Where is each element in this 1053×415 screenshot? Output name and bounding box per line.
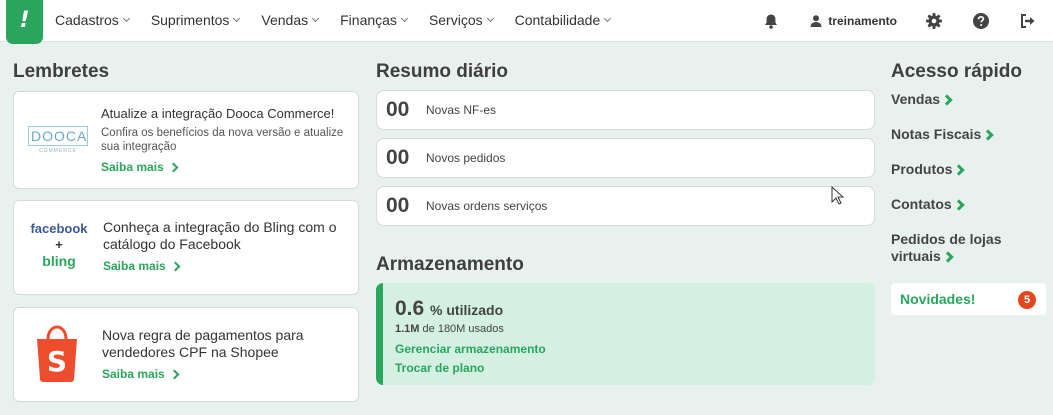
resumo-title: Resumo diário: [376, 61, 508, 82]
logo-text: bling: [42, 253, 76, 269]
menu-cadastros[interactable]: Cadastros: [55, 12, 130, 28]
lembretes-title: Lembretes: [13, 61, 110, 82]
logo-text: facebook: [30, 221, 88, 236]
acesso-rapido-title: Acesso rápido: [891, 61, 1022, 82]
menu-suprimentos[interactable]: Suprimentos: [150, 12, 241, 28]
menu-label: Contabilidade: [514, 12, 601, 28]
resumo-label: Novas NF-es: [426, 103, 497, 117]
chevron-down-icon: [604, 14, 612, 23]
user-menu[interactable]: treinamento: [810, 14, 897, 28]
chevron-right-icon: [942, 251, 954, 263]
shopee-logo: S: [35, 323, 79, 388]
novidades-count-badge: 5: [1018, 291, 1036, 309]
chevron-right-icon: [170, 261, 181, 271]
chevron-down-icon: [233, 14, 241, 23]
reminder-description: Confira os benefícios da nova versão e a…: [101, 127, 344, 153]
top-navbar: ! Cadastros Suprimentos Vendas Finanças …: [0, 0, 1053, 44]
chevron-down-icon: [486, 14, 494, 23]
change-plan-link[interactable]: Trocar de plano: [395, 361, 875, 375]
resumo-pedidos[interactable]: 00 Novos pedidos: [376, 138, 875, 178]
armazenamento-title: Armazenamento: [376, 254, 524, 275]
storage-percent-suffix: % utilizado: [430, 302, 504, 318]
reminder-card-shopee: S Nova regra de pagamentos para vendedor…: [13, 307, 359, 402]
saiba-mais-link[interactable]: Saiba mais: [101, 160, 179, 174]
storage-used: 1.1M: [395, 323, 420, 335]
gear-icon[interactable]: [923, 10, 945, 32]
storage-card: 0.6 % utilizado 1.1M de 180M usados Gere…: [376, 283, 875, 385]
dooca-commerce-logo: DOOCA COMMERCE: [28, 126, 88, 154]
resumo-ordens-servicos[interactable]: 00 Novas ordens serviços: [376, 186, 875, 226]
menu-vendas[interactable]: Vendas: [261, 12, 320, 28]
mouse-cursor-icon: [831, 186, 844, 205]
top-actions: treinamento: [760, 10, 1039, 32]
resumo-label: Novos pedidos: [426, 151, 506, 165]
chevron-right-icon: [168, 162, 179, 172]
logout-icon[interactable]: [1017, 10, 1039, 32]
link-label: Saiba mais: [101, 160, 164, 174]
reminder-title: Atualize a integração Dooca Commerce!: [101, 106, 335, 121]
quick-link-contatos[interactable]: Contatos: [891, 196, 965, 213]
resumo-count: 00: [386, 194, 410, 217]
quick-link-produtos[interactable]: Produtos: [891, 161, 966, 178]
menu-financas[interactable]: Finanças: [340, 12, 408, 28]
chevron-down-icon: [400, 14, 408, 23]
bell-icon[interactable]: [760, 10, 782, 32]
quick-link-pedidos-lojas-virtuais[interactable]: Pedidos de lojas virtuais: [891, 231, 1021, 265]
help-icon[interactable]: [970, 10, 992, 32]
chevron-down-icon: [122, 14, 130, 23]
manage-storage-link[interactable]: Gerenciar armazenamento: [395, 342, 875, 356]
menu-label: Finanças: [340, 12, 397, 28]
storage-usage-percent: 0.6 % utilizado: [395, 297, 875, 321]
bling-logo[interactable]: !: [6, 0, 43, 44]
quick-link-notas-fiscais[interactable]: Notas Fiscais: [891, 126, 994, 143]
quick-link-vendas[interactable]: Vendas: [891, 91, 953, 108]
quick-link-label: Produtos: [891, 161, 953, 177]
logo-text: DOOCA: [28, 126, 88, 146]
facebook-bling-logo: facebook + bling: [28, 221, 90, 269]
reminder-title: Conheça a integração do Bling com o catá…: [103, 219, 337, 252]
storage-usage-detail: 1.1M de 180M usados: [395, 323, 875, 335]
resumo-count: 00: [386, 98, 410, 121]
quick-link-label: Contatos: [891, 196, 952, 212]
chevron-down-icon: [312, 14, 320, 23]
reminder-title: Nova regra de pagamentos para vendedores…: [102, 327, 304, 360]
main-menu: Cadastros Suprimentos Vendas Finanças Se…: [55, 12, 632, 28]
reminder-card-facebook: facebook + bling Conheça a integração do…: [13, 200, 359, 295]
menu-contabilidade[interactable]: Contabilidade: [514, 12, 612, 28]
svg-text:S: S: [47, 345, 67, 378]
saiba-mais-link[interactable]: Saiba mais: [103, 259, 181, 273]
link-label: Saiba mais: [103, 259, 166, 273]
resumo-count: 00: [386, 146, 410, 169]
chevron-right-icon: [982, 129, 994, 141]
username: treinamento: [828, 14, 897, 28]
quick-link-label: Vendas: [891, 91, 941, 107]
saiba-mais-link[interactable]: Saiba mais: [102, 367, 180, 381]
menu-label: Suprimentos: [150, 12, 230, 28]
resumo-nfe[interactable]: 00 Novas NF-es: [376, 90, 875, 130]
novidades-button[interactable]: Novidades! 5: [891, 283, 1046, 315]
user-icon: [810, 15, 822, 27]
storage-total: de 180M usados: [422, 323, 504, 335]
chevron-right-icon: [953, 199, 965, 211]
novidades-label: Novidades!: [900, 291, 976, 307]
chevron-right-icon: [941, 94, 953, 106]
chevron-right-icon: [953, 164, 966, 176]
logo-text: +: [55, 237, 63, 252]
menu-label: Vendas: [261, 12, 309, 28]
menu-label: Serviços: [428, 12, 483, 28]
link-label: Saiba mais: [102, 367, 165, 381]
chevron-right-icon: [169, 369, 180, 379]
logo-subtext: COMMERCE: [39, 148, 77, 154]
menu-servicos[interactable]: Serviços: [428, 12, 494, 28]
menu-label: Cadastros: [55, 12, 119, 28]
reminder-card-dooca: DOOCA COMMERCE Atualize a integração Doo…: [13, 91, 359, 189]
resumo-label: Novas ordens serviços: [426, 199, 548, 213]
quick-link-label: Notas Fiscais: [891, 126, 982, 142]
storage-percent-value: 0.6: [395, 297, 425, 320]
